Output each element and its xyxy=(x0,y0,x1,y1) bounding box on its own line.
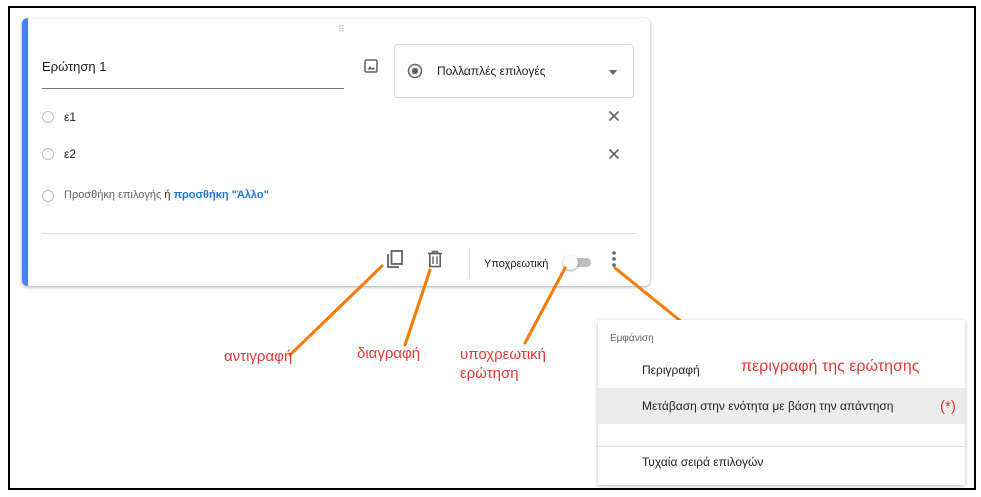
annotation-required-line2: ερώτηση xyxy=(460,365,519,382)
menu-item-go-to-section[interactable]: Μετάβαση στην ενότητα με βάση την απάντη… xyxy=(598,388,965,424)
menu-header: Εμφάνιση xyxy=(610,333,654,344)
option-label[interactable]: ε2 xyxy=(64,147,76,161)
radio-circle-icon xyxy=(42,148,54,160)
footer-vertical-divider xyxy=(469,248,470,278)
question-type-label: Πολλαπλές επιλογές xyxy=(437,64,546,78)
menu-item-label: Τυχαία σειρά επιλογών xyxy=(642,455,764,469)
close-icon[interactable] xyxy=(608,110,620,122)
more-options-menu: Εμφάνιση Περιγραφή Μετάβαση στην ενότητα… xyxy=(598,320,965,485)
radio-button-icon xyxy=(407,63,423,79)
menu-item-shuffle-options[interactable]: Τυχαία σειρά επιλογών xyxy=(598,444,965,480)
chevron-down-icon xyxy=(609,70,617,75)
add-option-or: ή xyxy=(164,189,171,201)
required-toggle[interactable] xyxy=(563,255,593,270)
menu-item-label: Μετάβαση στην ενότητα με βάση την απάντη… xyxy=(642,399,894,413)
close-icon[interactable] xyxy=(608,148,620,160)
question-type-dropdown[interactable]: Πολλαπλές επιλογές xyxy=(394,44,634,98)
annotation-asterisk: (*) xyxy=(940,398,956,415)
add-option-link[interactable]: Προσθήκη επιλογής xyxy=(64,189,161,201)
duplicate-icon[interactable] xyxy=(386,250,404,270)
option-label[interactable]: ε1 xyxy=(64,110,76,124)
annotation-required-line1: υποχρεωτική xyxy=(460,346,546,363)
more-vert-icon[interactable] xyxy=(611,250,617,268)
radio-circle-icon xyxy=(42,190,54,202)
add-option-text: Προσθήκη επιλογής ή προσθήκη "Άλλο" xyxy=(64,189,269,201)
annotation-delete: διαγραφή xyxy=(357,345,421,362)
annotation-description: περιγραφή της ερώτησης xyxy=(741,358,920,375)
drag-handle-icon[interactable]: ⠿ xyxy=(338,24,346,35)
toggle-knob xyxy=(563,255,578,270)
question-card[interactable]: ⠿ Ερώτηση 1 Πολλαπλές επιλογές ε1 ε2 Προ… xyxy=(22,18,650,286)
add-other-link[interactable]: προσθήκη "Άλλο" xyxy=(174,189,269,201)
required-label: Υποχρεωτική xyxy=(484,258,549,270)
menu-item-label: Περιγραφή xyxy=(642,363,700,377)
annotation-copy: αντιγραφή xyxy=(224,348,293,365)
trash-icon[interactable] xyxy=(427,250,443,268)
question-title-input[interactable]: Ερώτηση 1 xyxy=(42,58,344,89)
add-image-icon[interactable] xyxy=(364,59,378,73)
radio-circle-icon xyxy=(42,111,54,123)
footer-divider xyxy=(42,233,636,234)
